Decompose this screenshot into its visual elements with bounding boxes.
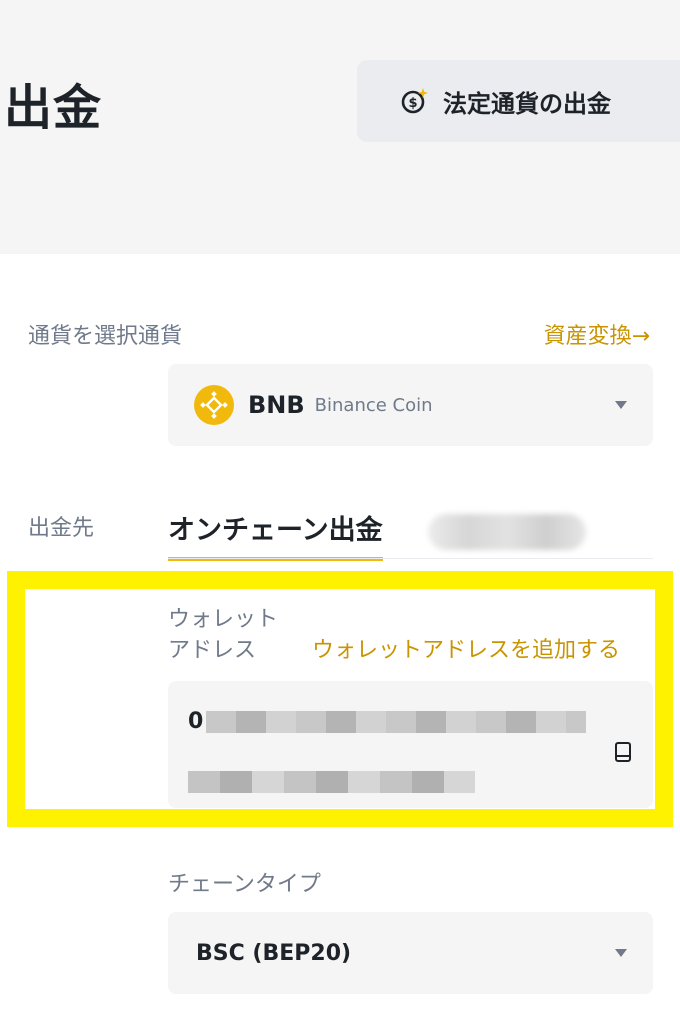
- coin-full-name: Binance Coin: [314, 394, 433, 416]
- asset-convert-link[interactable]: 資産変換→: [544, 318, 650, 350]
- chevron-down-icon: [615, 949, 627, 957]
- destination-label: 出金先: [28, 516, 95, 541]
- chain-type-dropdown[interactable]: BSC (BEP20): [168, 912, 653, 994]
- bnb-logo-icon: [194, 385, 234, 425]
- tab-onchain-withdraw[interactable]: オンチェーン出金: [168, 508, 383, 561]
- svg-text:$: $: [408, 96, 417, 111]
- chain-type-value: BSC (BEP20): [196, 940, 352, 966]
- currency-select-label: 通貨を選択通貨: [28, 324, 183, 349]
- fiat-withdraw-button[interactable]: $ 法定通貨の出金: [357, 60, 680, 142]
- tab-divider: [168, 558, 653, 559]
- dollar-coin-sparkle-icon: $: [401, 88, 428, 114]
- page-header: 出金 $ 法定通貨の出金: [0, 0, 680, 254]
- coin-symbol: BNB: [248, 391, 305, 419]
- coin-select-dropdown[interactable]: BNB Binance Coin: [168, 364, 653, 446]
- page-title: 出金: [4, 80, 103, 136]
- chain-type-label: チェーンタイプ: [168, 872, 321, 897]
- chevron-down-icon: [615, 401, 627, 409]
- fiat-withdraw-label: 法定通貨の出金: [443, 89, 611, 118]
- tab-redacted[interactable]: [428, 514, 586, 550]
- highlight-box: [7, 571, 673, 827]
